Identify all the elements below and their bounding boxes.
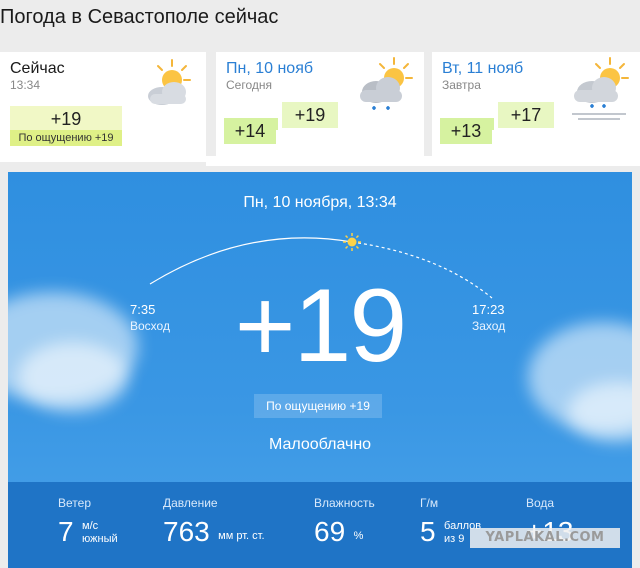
temp-step-divider: [492, 118, 494, 130]
geomagnetic-label: Г/м: [420, 496, 439, 510]
wind-unit-speed: м/с: [82, 520, 99, 532]
current-weather-card[interactable]: Сейчас 13:34 +19 По ощущению +19: [0, 52, 206, 162]
site-watermark: YAPLAKAL.COM: [470, 528, 620, 548]
current-temperature: +19: [234, 268, 407, 384]
forecast-day-title: Вт, 11 нояб: [442, 60, 524, 77]
forecast-day-sub: Завтра: [442, 78, 481, 92]
forecast-card-tomorrow[interactable]: Вт, 11 нояб Завтра +13 +17: [432, 52, 640, 156]
humidity-unit: %: [353, 530, 364, 542]
humidity-stat: Влажность 69 %: [314, 496, 375, 546]
weather-condition: Малооблачно: [268, 436, 372, 453]
weather-main-panel: Пн, 10 ноября, 13:34 7:35 Восход 17:23 З…: [8, 172, 632, 568]
wind-label: Ветер: [58, 496, 91, 510]
geomagnetic-value: 5: [420, 516, 436, 547]
forecast-max-temp: +17: [498, 102, 554, 128]
pressure-label: Давление: [163, 496, 218, 510]
sun-position-icon: [342, 232, 362, 257]
pressure-value: 763: [163, 516, 210, 547]
humidity-label: Влажность: [314, 496, 375, 510]
cloud-sun-rain-fog-icon: [568, 56, 634, 131]
forecast-min-temp: +14: [224, 118, 276, 144]
now-feels: По ощущению +19: [10, 130, 122, 146]
now-temp: +19: [50, 109, 82, 129]
forecast-card-today[interactable]: Пн, 10 нояб Сегодня +14 +19: [216, 52, 424, 156]
cloud-sun-rain-icon: [354, 56, 416, 125]
now-title: Сейчас: [10, 60, 65, 77]
geomagnetic-unit-scale: из 9: [444, 532, 465, 545]
wind-stat: Ветер 7 м/с южный: [58, 496, 118, 546]
forecast-day-title: Пн, 10 нояб: [226, 60, 314, 77]
wind-unit: м/с южный: [82, 520, 118, 545]
wind-value: 7: [58, 516, 74, 547]
temp-step-divider: [276, 118, 278, 130]
forecast-min-temp: +13: [440, 118, 492, 144]
wind-direction: южный: [82, 532, 118, 545]
now-time: 13:34: [10, 78, 41, 92]
weather-stats-bar: Ветер 7 м/с южный Давление 763 мм рт. ст.…: [8, 482, 632, 568]
humidity-value: 69: [314, 516, 346, 547]
feels-like-chip: По ощущению +19: [254, 394, 382, 418]
page-title: Погода в Севастополе сейчас: [0, 6, 279, 28]
pressure-stat: Давление 763 мм рт. ст.: [163, 496, 265, 546]
partly-cloudy-icon: [142, 58, 194, 113]
forecast-max-temp: +19: [282, 102, 338, 128]
card-strip: [206, 156, 640, 166]
forecast-day-sub: Сегодня: [226, 78, 272, 92]
pressure-unit: мм рт. ст.: [218, 530, 265, 542]
water-label: Вода: [526, 496, 555, 510]
